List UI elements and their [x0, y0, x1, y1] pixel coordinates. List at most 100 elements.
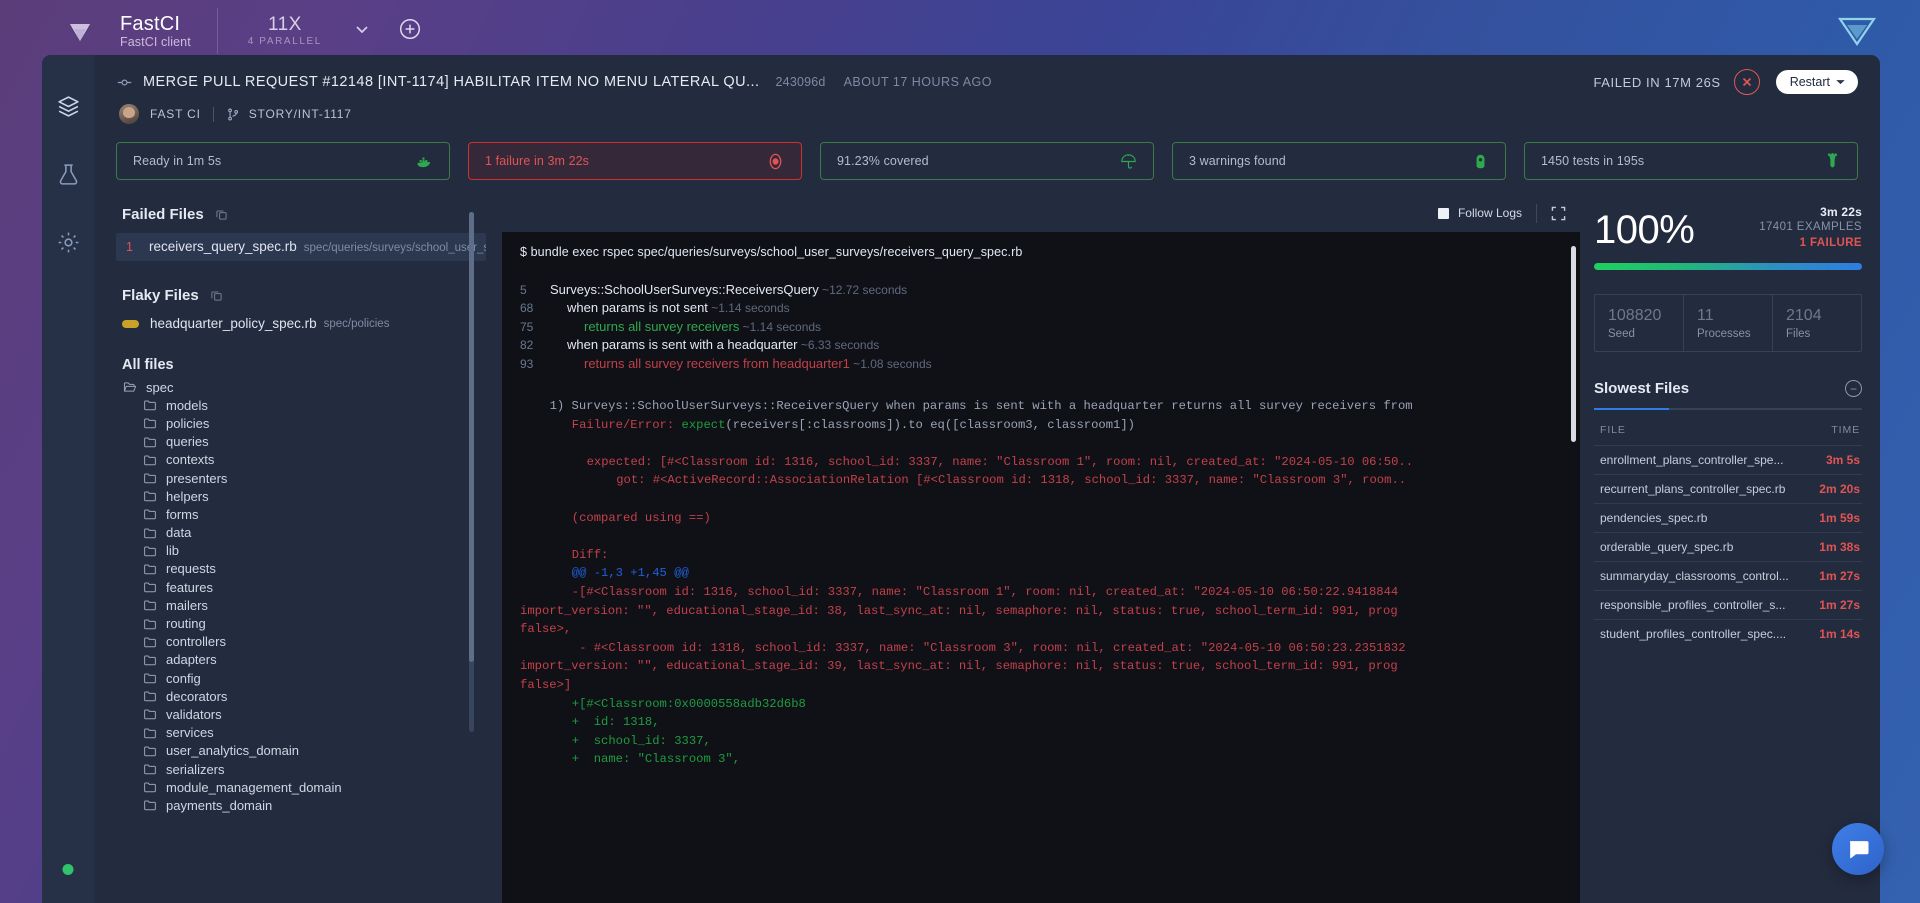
files-scrollbar[interactable]	[469, 212, 474, 732]
tree-item-decorators[interactable]: decorators	[116, 687, 486, 705]
follow-logs-toggle[interactable]: Follow Logs	[1437, 206, 1522, 220]
chevron-down-icon[interactable]	[352, 19, 372, 44]
log-terminal[interactable]: $ bundle exec rspec spec/queries/surveys…	[502, 232, 1580, 903]
slowest-file-name: recurrent_plans_controller_spec.rb	[1600, 482, 1786, 497]
tree-item-user_analytics_domain[interactable]: user_analytics_domain	[116, 742, 486, 760]
tree-item-features[interactable]: features	[116, 578, 486, 596]
tree-item-data[interactable]: data	[116, 524, 486, 542]
slowest-file-time: 1m 59s	[1819, 511, 1860, 526]
flaky-file-item[interactable]: headquarter_policy_spec.rb spec/policies	[122, 316, 486, 331]
slowest-file-time: 1m 38s	[1819, 540, 1860, 555]
tree-item-lib[interactable]: lib	[116, 542, 486, 560]
spec-duration: ~1.14 seconds	[739, 319, 822, 334]
commit-sha[interactable]: 243096d	[776, 75, 826, 89]
tree-item-helpers[interactable]: helpers	[116, 487, 486, 505]
tree-item-label: config	[166, 670, 201, 686]
folder-icon	[143, 671, 157, 685]
file-name: receivers_query_spec.rb	[148, 239, 297, 254]
table-row[interactable]: pendencies_spec.rb 1m 59s	[1594, 503, 1862, 532]
restart-button-label: Restart	[1789, 75, 1830, 89]
layers-icon[interactable]	[51, 89, 85, 123]
tree-item-requests[interactable]: requests	[116, 560, 486, 578]
table-row[interactable]: summaryday_classrooms_control... 1m 27s	[1594, 561, 1862, 590]
tree-item-forms[interactable]: forms	[116, 505, 486, 523]
folder-icon	[143, 780, 157, 794]
slowest-file-name: student_profiles_controller_spec....	[1600, 627, 1787, 642]
body-columns: Failed Files 1 receivers_query_spec.rb spe…	[94, 180, 1880, 903]
failure-count: 1	[126, 240, 133, 254]
slowest-file-name: pendencies_spec.rb	[1600, 511, 1708, 526]
failure-segment: -[#<Classroom id: 1316, school_id: 3337,…	[571, 584, 1399, 599]
tree-item-queries[interactable]: queries	[116, 433, 486, 451]
status-badge-1[interactable]: 1 failure in 3m 22s	[468, 142, 802, 180]
chevron-down-icon	[1836, 80, 1845, 84]
tree-item-controllers[interactable]: controllers	[116, 633, 486, 651]
tree-item-mailers[interactable]: mailers	[116, 596, 486, 614]
stat-files: 2104 Files	[1772, 295, 1861, 352]
parallel-value: 11X	[268, 14, 302, 36]
tree-item-presenters[interactable]: presenters	[116, 469, 486, 487]
fullscreen-icon[interactable]	[1551, 206, 1566, 221]
failure-segment: + school_id: 3337,	[571, 733, 711, 748]
folder-icon	[143, 598, 157, 612]
progress-percent: 100%	[1594, 208, 1695, 252]
run-stats: 108820 Seed 11 Processes 2104 Files	[1594, 294, 1862, 353]
examples-count: 17401 EXAMPLES	[1759, 221, 1862, 234]
tree-item-payments_domain[interactable]: payments_domain	[116, 796, 486, 814]
tree-item-routing[interactable]: routing	[116, 614, 486, 632]
branch-name[interactable]: STORY/INT-1117	[249, 107, 352, 121]
status-badge-0[interactable]: Ready in 1m 5s	[116, 142, 450, 180]
restart-button[interactable]: Restart	[1775, 70, 1858, 94]
table-header-row: FILE TIME	[1594, 424, 1862, 445]
status-badge-4[interactable]: 1450 tests in 195s	[1524, 142, 1858, 180]
x-circle-icon[interactable]	[1733, 69, 1760, 95]
file-path: spec/policies	[323, 317, 390, 330]
copy-icon[interactable]	[210, 289, 223, 302]
failure-line: false>]	[520, 676, 1562, 695]
failure-segment: false>,	[520, 622, 572, 637]
tree-root-spec[interactable]: spec	[116, 378, 486, 396]
table-row[interactable]: recurrent_plans_controller_spec.rb 2m 20s	[1594, 474, 1862, 503]
failure-segment: + id: 1318,	[571, 715, 660, 730]
failure-segment: + name: "Classroom 3",	[571, 752, 741, 767]
folder-icon	[143, 562, 157, 576]
failure-segment: 1) Surveys::SchoolUserSurveys::Receivers…	[549, 399, 1413, 414]
tree-item-models[interactable]: models	[116, 396, 486, 414]
checkbox-checked-icon[interactable]	[1437, 207, 1449, 219]
tree-item-module_management_domain[interactable]: module_management_domain	[116, 778, 486, 796]
gear-icon[interactable]	[51, 225, 85, 259]
tree-item-contexts[interactable]: contexts	[116, 451, 486, 469]
status-badge-3[interactable]: 3 warnings found	[1172, 142, 1506, 180]
table-row[interactable]: student_profiles_controller_spec.... 1m 1…	[1594, 619, 1862, 648]
tree-root-label: spec	[146, 379, 174, 395]
failed-file-item[interactable]: 1 receivers_query_spec.rb spec/queries/sur…	[116, 233, 486, 261]
status-badge-2[interactable]: 91.23% covered	[820, 142, 1154, 180]
plus-circle-icon[interactable]	[398, 17, 422, 46]
copy-icon[interactable]	[215, 208, 228, 221]
table-row[interactable]: responsible_profiles_controller_s... 1m 2…	[1594, 590, 1862, 619]
tree-item-label: models	[166, 397, 208, 413]
folder-icon	[143, 398, 157, 412]
fastci-diamond-logo-icon[interactable]	[62, 13, 98, 49]
tree-item-label: queries	[166, 434, 209, 450]
parallel-block[interactable]: 11X 4 PARALLEL	[248, 14, 322, 47]
failure-line: import_version: "", educational_stage_id…	[520, 657, 1562, 676]
failure-segment: +[#<Classroom:0x0000558adb32d6b8	[571, 696, 806, 711]
stat-label: Seed	[1608, 328, 1635, 341]
chat-bubble-icon[interactable]	[1832, 823, 1884, 875]
flask-icon[interactable]	[51, 157, 85, 191]
minus-circle-icon[interactable]: −	[1845, 380, 1862, 398]
folder-icon	[143, 798, 157, 812]
log-toolbar: Follow Logs	[502, 194, 1580, 232]
tree-item-validators[interactable]: validators	[116, 705, 486, 723]
failure-segment: import_version: "", educational_stage_id…	[520, 659, 1398, 674]
table-row[interactable]: orderable_query_spec.rb 1m 38s	[1594, 532, 1862, 561]
tree-item-policies[interactable]: policies	[116, 414, 486, 432]
terminal-scrollbar[interactable]	[1571, 246, 1576, 442]
table-row[interactable]: enrollment_plans_controller_spe... 3m 5s	[1594, 445, 1862, 474]
scrollbar-thumb[interactable]	[469, 212, 474, 662]
tree-item-services[interactable]: services	[116, 724, 486, 742]
tree-item-config[interactable]: config	[116, 669, 486, 687]
tree-item-adapters[interactable]: adapters	[116, 651, 486, 669]
tree-item-serializers[interactable]: serializers	[116, 760, 486, 778]
